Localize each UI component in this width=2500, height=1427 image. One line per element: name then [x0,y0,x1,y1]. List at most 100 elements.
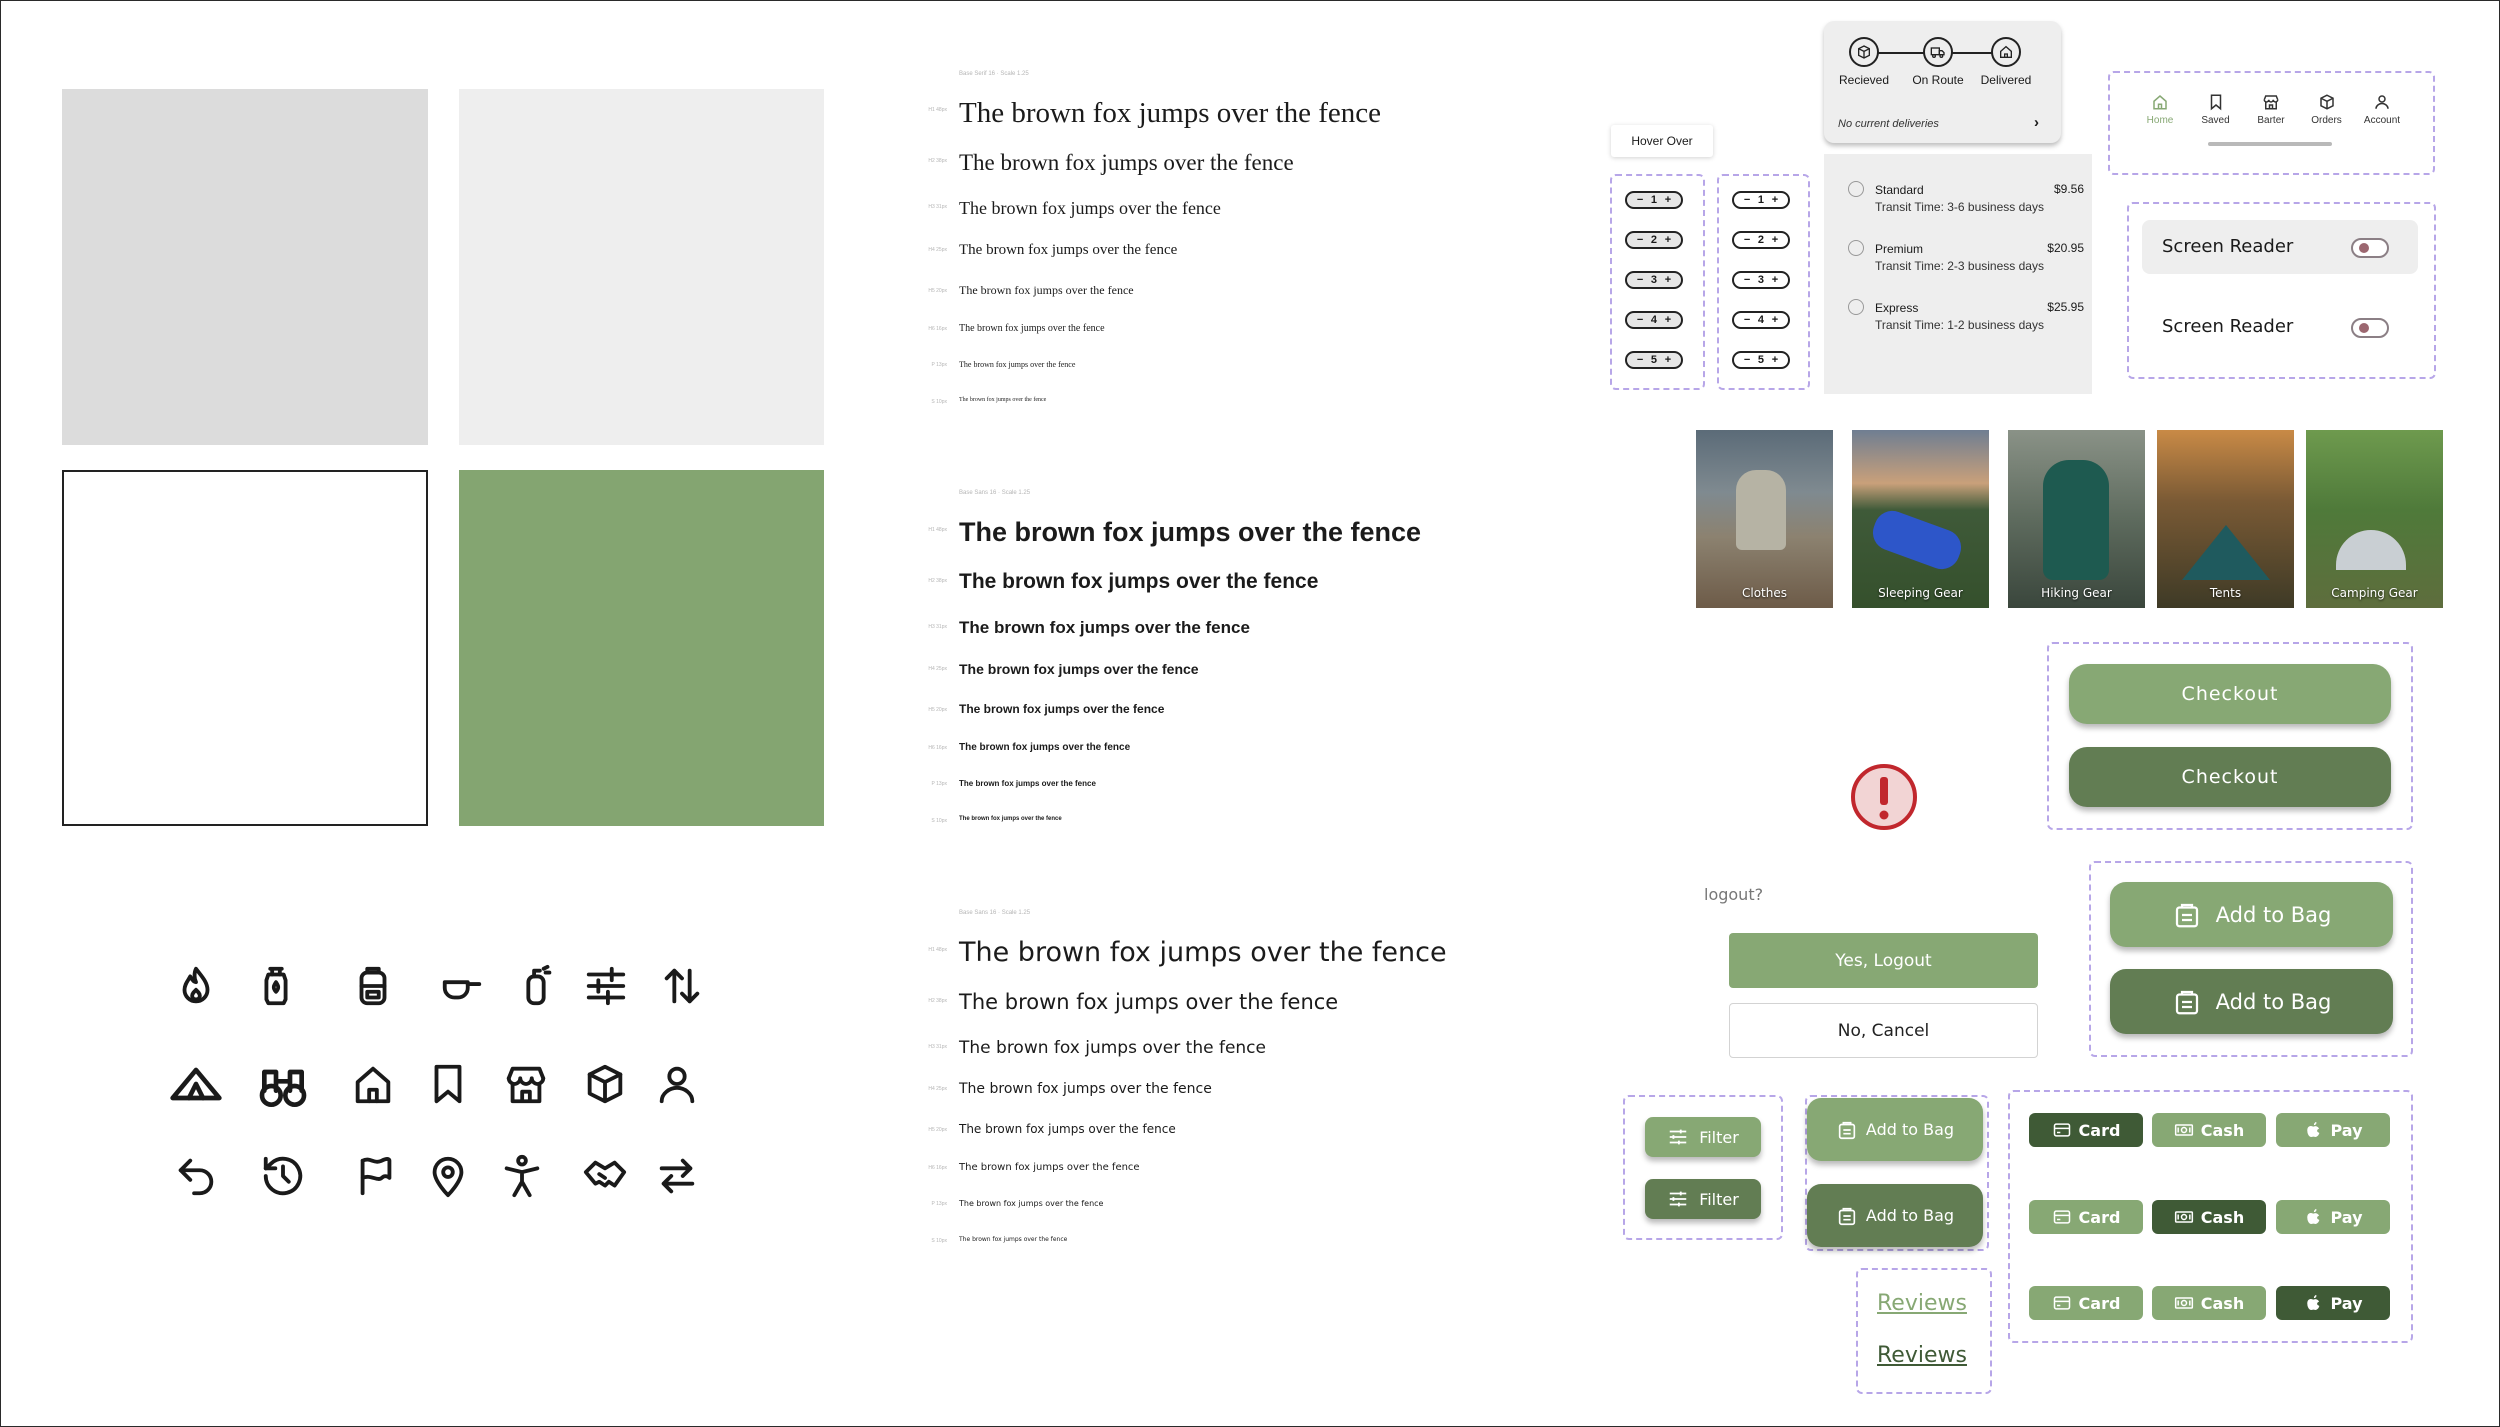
quantity-stepper[interactable]: −2 + [1732,231,1790,249]
bottom-nav-item-orders[interactable]: Orders [2299,93,2355,126]
cash-icon [2174,1124,2193,1136]
quantity-stepper[interactable]: −4 + [1625,311,1683,329]
filter-button-pressed[interactable]: Filter [1645,1179,1761,1219]
shipping-option[interactable]: Standard $9.56 Transit Time: 3-6 business … [1848,181,2084,221]
add-to-bag-label: Add to Bag [1865,1120,1955,1139]
logout-cancel-button[interactable]: No, Cancel [1729,1003,2038,1058]
specimen-sample-text: The brown fox jumps over the fence [959,1235,1068,1243]
category-card-clothes[interactable]: Clothes [1696,430,1833,608]
stepper-minus-button[interactable]: − [1744,194,1750,206]
stepper-plus-button[interactable]: + [1772,234,1778,246]
stepper-value: 1 [1650,194,1658,206]
screen-reader-toggle[interactable] [2351,238,2389,258]
stepper-plus-button[interactable]: + [1665,354,1671,366]
add-to-bag-small-button-pressed[interactable]: Add to Bag [1807,1184,1983,1247]
quantity-stepper[interactable]: −1 + [1625,191,1683,209]
checkout-button[interactable]: Checkout [2069,664,2391,724]
reviews-link-visited[interactable]: Reviews [1877,1343,1967,1368]
user-icon [2354,93,2410,111]
checkout-button-pressed[interactable]: Checkout [2069,747,2391,807]
bottom-nav-item-saved[interactable]: Saved [2188,93,2244,126]
payment-label: Card [2078,1293,2121,1313]
stepper-value: 2 [1757,234,1765,246]
payment-cash-button[interactable]: Cash [2152,1200,2266,1234]
category-image [2043,460,2109,580]
radio-button[interactable] [1848,181,1864,197]
specimen-sample-text: The brown fox jumps over the fence [959,1161,1140,1173]
shipping-option-name: Express [1875,301,1919,315]
shipping-option[interactable]: Express $25.95 Transit Time: 1-2 business … [1848,299,2084,339]
truck-icon [1930,47,1945,58]
stepper-minus-button[interactable]: − [1637,314,1643,326]
specimen-size-label: S 10px [931,1237,947,1244]
swatch-white [62,470,428,826]
quantity-stepper[interactable]: −5 + [1625,351,1683,369]
quantity-stepper[interactable]: −3 + [1732,271,1790,289]
handshake-icon [582,1153,628,1199]
bottom-nav-item-barter[interactable]: Barter [2243,93,2299,126]
payment-apple-pay-button[interactable]: Pay [2276,1113,2390,1147]
category-card-hiking-gear[interactable]: Hiking Gear [2008,430,2145,608]
radio-button[interactable] [1848,240,1864,256]
payment-cash-button[interactable]: Cash [2152,1113,2266,1147]
specimen-size-label: H1 48px [928,946,947,953]
payment-apple-pay-button[interactable]: Pay [2276,1286,2390,1320]
stepper-minus-button[interactable]: − [1637,234,1643,246]
design-canvas: Base Serif 16 · Scale 1.25 H1 48px The bro… [0,0,2500,1427]
stepper-plus-button[interactable]: + [1772,354,1778,366]
specimen-sample-text: The brown fox jumps over the fence [959,150,1294,176]
stepper-minus-button[interactable]: − [1744,274,1750,286]
quantity-stepper[interactable]: −2 + [1625,231,1683,249]
tracker-step-received [1849,37,1879,67]
radio-button[interactable] [1848,299,1864,315]
stepper-plus-button[interactable]: + [1665,234,1671,246]
payment-card-button[interactable]: Card [2029,1113,2143,1147]
stepper-plus-button[interactable]: + [1772,314,1778,326]
payment-card-button[interactable]: Card [2029,1286,2143,1320]
category-card-camping-gear[interactable]: Camping Gear [2306,430,2443,608]
reviews-link[interactable]: Reviews [1877,1291,1967,1316]
bottom-nav-item-home[interactable]: Home [2132,93,2188,126]
add-to-bag-small-button[interactable]: Add to Bag [1807,1098,1983,1161]
cooking-pot-icon [439,963,485,1009]
quantity-stepper[interactable]: −1 + [1732,191,1790,209]
stepper-minus-button[interactable]: − [1744,314,1750,326]
stepper-minus-button[interactable]: − [1744,354,1750,366]
stepper-minus-button[interactable]: − [1637,274,1643,286]
stepper-minus-button[interactable]: − [1744,234,1750,246]
quantity-stepper[interactable]: −5 + [1732,351,1790,369]
specimen-sample-text: The brown fox jumps over the fence [959,359,1076,369]
specimen-sample-text: The brown fox jumps over the fence [959,815,1062,822]
category-card-tents[interactable]: Tents [2157,430,2294,608]
category-image [1867,505,1967,575]
stepper-minus-button[interactable]: − [1637,354,1643,366]
chevron-right-icon[interactable]: › [2034,114,2039,131]
stepper-plus-button[interactable]: + [1665,314,1671,326]
logout-confirm-button[interactable]: Yes, Logout [1729,933,2038,988]
payment-apple-pay-button[interactable]: Pay [2276,1200,2390,1234]
payment-cash-button[interactable]: Cash [2152,1286,2266,1320]
filter-button[interactable]: Filter [1645,1117,1761,1157]
add-to-bag-button[interactable]: Add to Bag [2110,882,2393,947]
bottom-nav-item-account[interactable]: Account [2354,93,2410,126]
quantity-stepper[interactable]: −4 + [1732,311,1790,329]
specimen-size-label: H2 38px [928,577,947,584]
specimen-size-label: H2 38px [928,158,947,165]
stepper-plus-button[interactable]: + [1665,274,1671,286]
stepper-plus-button[interactable]: + [1665,194,1671,206]
stepper-minus-button[interactable]: − [1637,194,1643,206]
screen-reader-toggle[interactable] [2351,318,2389,338]
bottom-nav-label: Account [2363,115,2401,126]
quantity-stepper[interactable]: −3 + [1625,271,1683,289]
stepper-value: 5 [1650,354,1658,366]
specimen-sample-text: The brown fox jumps over the fence [959,198,1221,219]
stepper-plus-button[interactable]: + [1772,194,1778,206]
bottom-nav-indicator [2208,142,2332,146]
shipping-option[interactable]: Premium $20.95 Transit Time: 2-3 business … [1848,240,2084,280]
specimen-sample-text: The brown fox jumps over the fence [959,1122,1176,1137]
stepper-plus-button[interactable]: + [1772,274,1778,286]
payment-card-button[interactable]: Card [2029,1200,2143,1234]
add-to-bag-button-pressed[interactable]: Add to Bag [2110,969,2393,1034]
category-card-sleeping-gear[interactable]: Sleeping Gear [1852,430,1989,608]
user-icon [654,1061,700,1107]
